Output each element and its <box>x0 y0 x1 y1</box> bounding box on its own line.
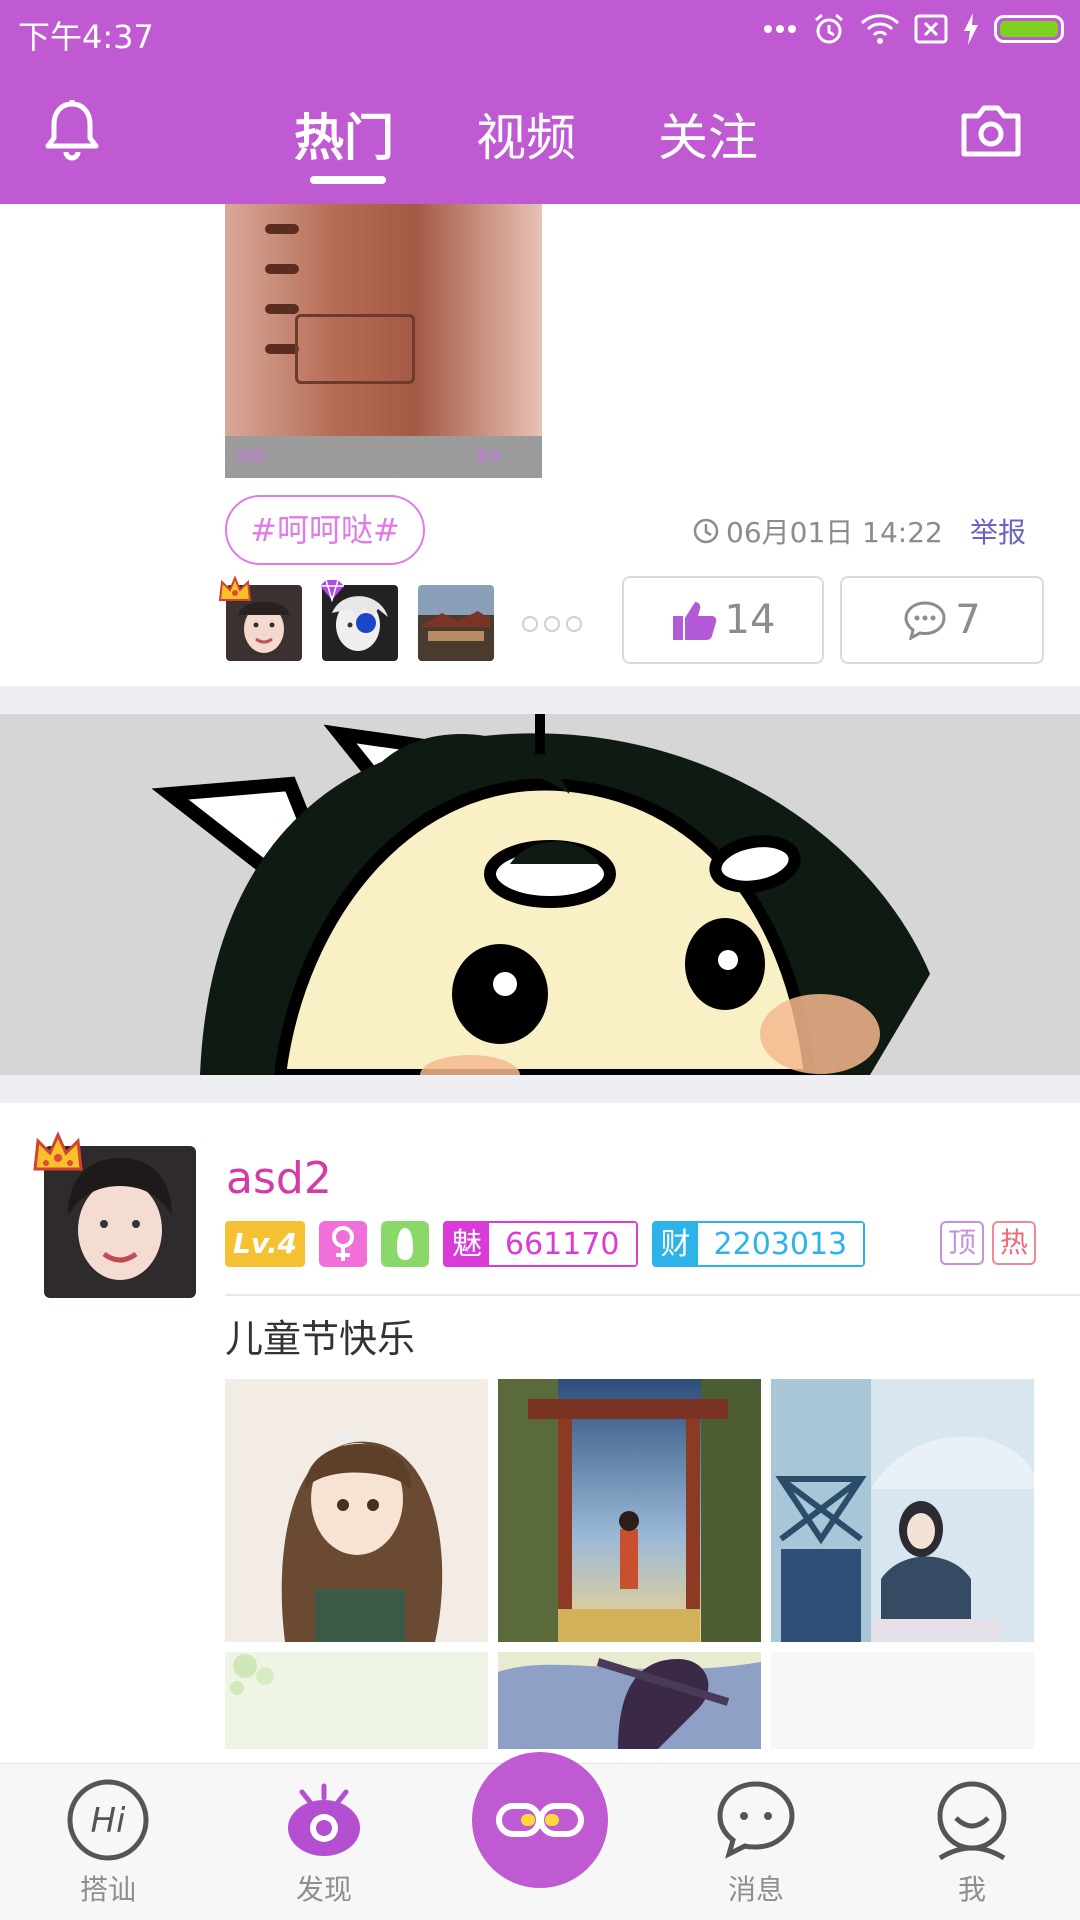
post-text: 儿童节快乐 <box>225 1317 416 1361</box>
sim-icon <box>914 14 948 44</box>
level-badge: Lv.4 <box>225 1221 305 1267</box>
link-icon <box>496 1803 584 1837</box>
comment-count: 7 <box>955 597 981 643</box>
hot-flag: 热 <box>992 1221 1036 1265</box>
user-badges: Lv.4 魅 661170 财 2203013 <box>225 1221 866 1267</box>
liker-avatar[interactable] <box>418 585 494 661</box>
photo-thumb[interactable] <box>225 1652 488 1749</box>
comment-button[interactable]: 7 <box>840 576 1044 664</box>
coat-detail <box>265 304 299 314</box>
wifi-icon <box>860 14 900 44</box>
tab-video-label: 视频 <box>476 109 576 167</box>
app-screen: 下午4:37 热门 视频 关注 原图 更多 #呵呵哒# 06月01日 14:22… <box>0 0 1080 1920</box>
username[interactable]: asd2 <box>226 1153 332 1204</box>
comment-icon <box>904 601 946 640</box>
photo-thumb[interactable] <box>771 1379 1034 1642</box>
profile-icon <box>937 1781 1007 1861</box>
tab-follow[interactable]: 关注 <box>658 98 758 170</box>
hi-icon: Hi <box>67 1779 149 1861</box>
nav-item-pickup[interactable]: Hi 搭讪 <box>48 1778 168 1908</box>
vip-icon <box>381 1221 429 1267</box>
bottom-nav: Hi 搭讪 发现 消息 我 <box>0 1752 1080 1920</box>
post-time: 06月01日 14:22 <box>692 511 943 551</box>
wealth-key: 财 <box>653 1223 698 1265</box>
bell-icon[interactable] <box>42 100 102 164</box>
nav-label: 搭讪 <box>79 1873 136 1906</box>
nav-bar: 热门 视频 关注 <box>0 62 1080 204</box>
charm-value: 661170 <box>489 1223 636 1265</box>
diamond-icon <box>320 579 344 602</box>
post-time-text: 06月01日 14:22 <box>726 516 943 549</box>
coat-detail <box>265 224 299 234</box>
tab-video[interactable]: 视频 <box>476 98 576 170</box>
female-icon <box>319 1221 367 1267</box>
nav-label: 发现 <box>295 1873 352 1906</box>
charm-key: 魅 <box>445 1223 489 1265</box>
image-caption-band: 原图 更多 <box>225 436 542 478</box>
coat-detail <box>265 344 299 354</box>
active-tab-indicator <box>310 176 386 184</box>
photo-thumb[interactable] <box>498 1379 761 1642</box>
nav-item-messages[interactable]: 消息 <box>696 1778 816 1908</box>
coat-detail <box>295 314 415 384</box>
more-dots-icon <box>764 25 796 33</box>
photo-thumb[interactable] <box>771 1652 1034 1749</box>
coat-detail <box>265 264 299 274</box>
chat-icon <box>717 1781 795 1859</box>
like-button[interactable]: 14 <box>622 576 824 664</box>
charm-badge: 魅 661170 <box>443 1221 638 1267</box>
crown-icon <box>218 576 252 601</box>
tab-hot[interactable]: 热门 <box>294 98 394 184</box>
wealth-badge: 财 2203013 <box>651 1221 866 1267</box>
more-likers-indicator[interactable] <box>522 616 582 632</box>
top-tabs: 热门 视频 关注 <box>294 98 758 184</box>
status-bar: 下午4:37 <box>0 0 1080 62</box>
cartoon-character-image <box>0 714 1080 1075</box>
svg-text:Hi: Hi <box>90 1801 126 1841</box>
section-separator <box>0 1075 1080 1103</box>
nav-label: 消息 <box>727 1873 784 1906</box>
wealth-value: 2203013 <box>697 1223 864 1265</box>
camera-icon[interactable] <box>958 102 1024 160</box>
status-icons <box>762 12 1064 46</box>
nav-item-me[interactable]: 我 <box>912 1778 1032 1908</box>
status-time: 下午4:37 <box>18 18 154 56</box>
nav-item-discover[interactable]: 发现 <box>264 1778 384 1908</box>
image-caption-left: 原图 <box>237 449 265 465</box>
photo-thumb[interactable] <box>498 1652 761 1749</box>
nav-label: 我 <box>957 1873 986 1906</box>
battery-icon <box>994 15 1064 43</box>
topic-tag[interactable]: #呵呵哒# <box>225 495 425 565</box>
divider <box>225 1294 1080 1296</box>
report-link[interactable]: 举报 <box>970 511 1026 551</box>
nav-center-link-button[interactable] <box>472 1752 608 1888</box>
section-separator <box>0 686 1080 714</box>
like-count: 14 <box>724 597 776 643</box>
post-card: 原图 更多 #呵呵哒# 06月01日 14:22 举报 14 7 <box>0 204 1080 686</box>
charging-icon <box>964 13 978 45</box>
top-flag: 顶 <box>940 1221 984 1265</box>
eye-icon <box>288 1783 360 1856</box>
tab-hot-label: 热门 <box>294 109 394 167</box>
promo-banner[interactable] <box>0 714 1080 1075</box>
post-card: asd2 Lv.4 魅 661170 财 2203013 顶 热 儿童节快乐 <box>0 1103 1080 1763</box>
top-bar: 下午4:37 热门 视频 关注 <box>0 0 1080 204</box>
thumbs-up-icon <box>672 602 716 640</box>
post-image[interactable]: 原图 更多 <box>225 204 542 478</box>
alarm-icon <box>815 13 843 44</box>
tab-follow-label: 关注 <box>658 109 758 167</box>
crown-icon <box>33 1131 83 1171</box>
photo-thumb[interactable] <box>225 1379 488 1642</box>
post-flags: 顶 热 <box>940 1221 1036 1265</box>
image-caption-right: 更多 <box>475 449 503 465</box>
clock-icon <box>693 518 719 544</box>
